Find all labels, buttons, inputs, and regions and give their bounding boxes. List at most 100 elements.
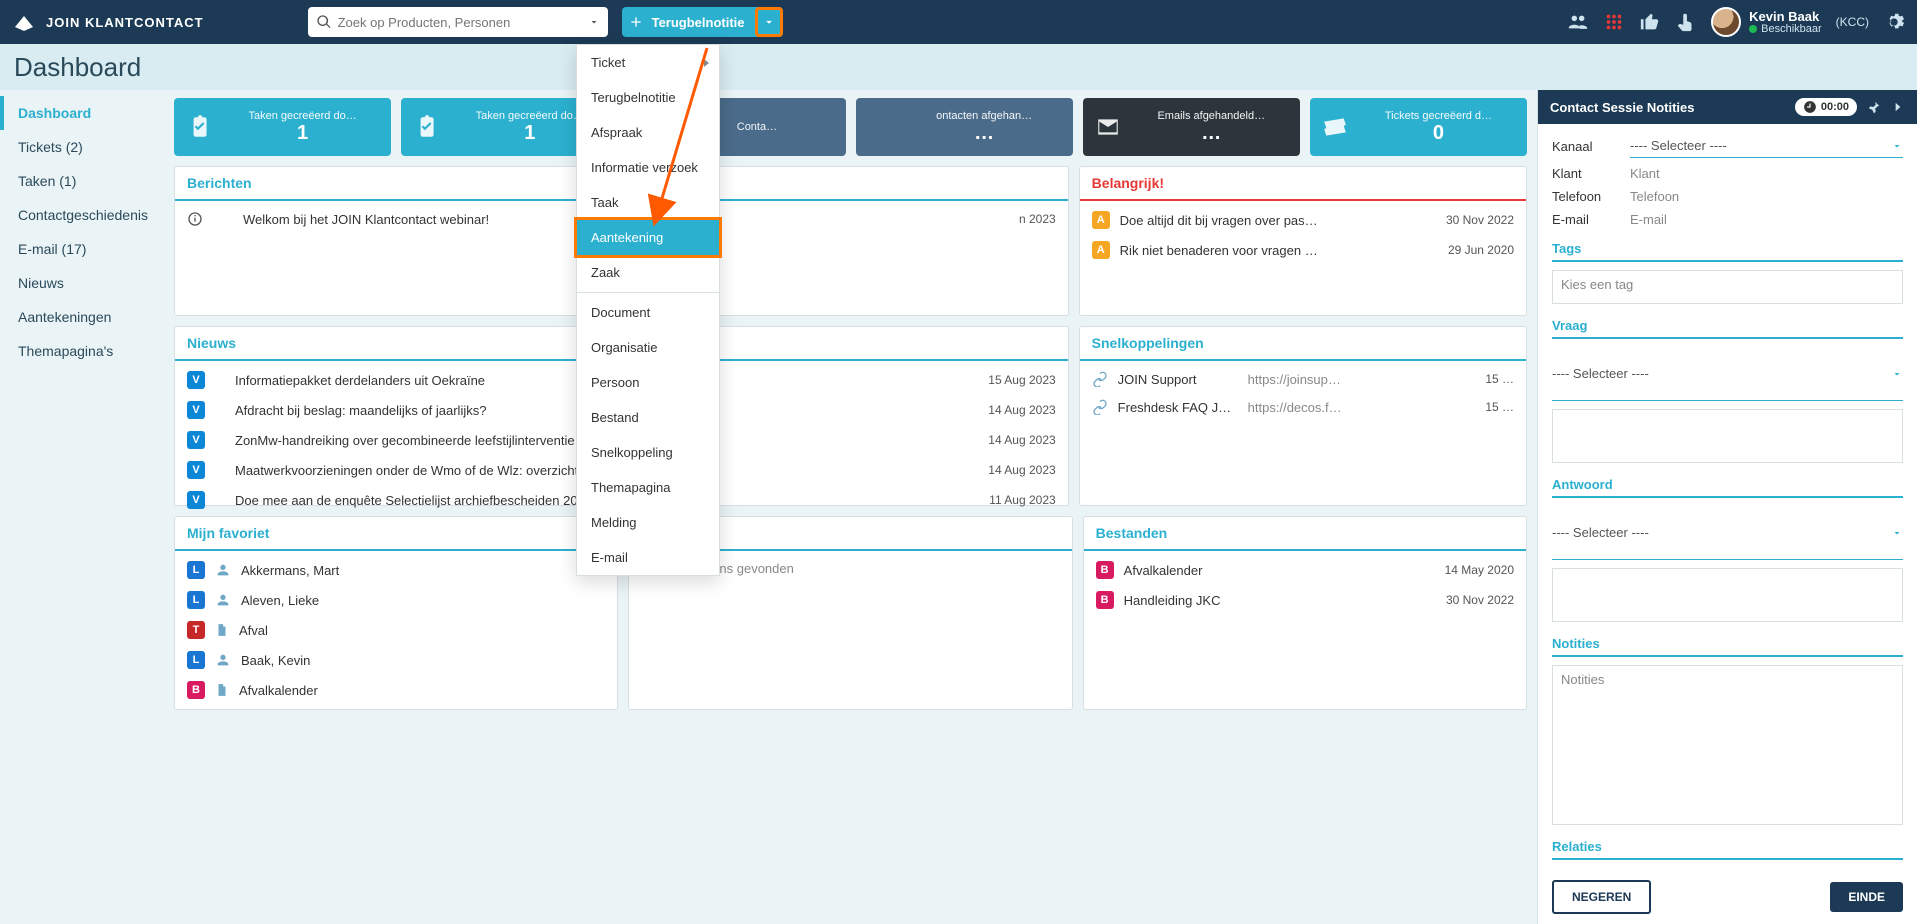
dropdown-item[interactable]: Afspraak xyxy=(577,115,719,150)
sidebar-item[interactable]: Tickets (2) xyxy=(0,130,170,164)
pin-icon[interactable] xyxy=(1867,100,1881,114)
antwoord-textarea[interactable] xyxy=(1552,568,1903,622)
dropdown-item[interactable]: Zaak xyxy=(577,255,719,290)
section-vraag: Vraag xyxy=(1552,318,1903,339)
badge: B xyxy=(1096,561,1114,579)
list-item[interactable]: TAfval xyxy=(175,615,617,645)
dropdown-item[interactable]: Themapagina xyxy=(577,470,719,505)
logo-icon xyxy=(12,10,36,34)
list-item[interactable]: BHandleiding JKC30 Nov 2022 xyxy=(1084,585,1526,615)
new-item-button[interactable]: Terugbelnotitie xyxy=(622,7,783,37)
new-item-dropdown-toggle[interactable] xyxy=(755,7,783,37)
section-tags: Tags xyxy=(1552,241,1903,262)
section-relaties: Relaties xyxy=(1552,839,1903,860)
page-title-bar: Dashboard xyxy=(0,44,1917,90)
dropdown-item[interactable]: Aantekening xyxy=(574,217,722,258)
kpi-card[interactable]: Taken gecreëerd do…1 xyxy=(174,98,391,156)
collapse-icon[interactable] xyxy=(1891,100,1905,114)
dialpad-icon[interactable] xyxy=(1603,11,1625,33)
user-name: Kevin Baak xyxy=(1749,10,1822,23)
left-sidebar: DashboardTickets (2)Taken (1)Contactgesc… xyxy=(0,90,170,924)
dropdown-item[interactable]: Ticket xyxy=(577,45,719,80)
dropdown-item[interactable]: Persoon xyxy=(577,365,719,400)
field-klant: Klant Klant xyxy=(1552,166,1903,181)
dropdown-item[interactable]: Taak xyxy=(577,185,719,220)
badge: L xyxy=(187,561,205,579)
einde-button[interactable]: EINDE xyxy=(1830,882,1903,912)
list-item[interactable]: ARik niet benaderen voor vragen o…29 Jun… xyxy=(1080,235,1526,265)
rpanel-form: Kanaal ---- Selecteer ---- Klant Klant T… xyxy=(1538,124,1917,870)
list-item[interactable]: JOIN Supporthttps://joinsup…15 … xyxy=(1080,365,1526,393)
kpi-card[interactable]: Emails afgehandeld…… xyxy=(1083,98,1300,156)
kpi-card[interactable]: ontacten afgehan…… xyxy=(856,98,1073,156)
dropdown-item[interactable]: Informatie verzoek xyxy=(577,150,719,185)
people-icon[interactable] xyxy=(1567,11,1589,33)
touch-icon[interactable] xyxy=(1675,11,1697,33)
user-block[interactable]: Kevin Baak Beschikbaar xyxy=(1711,7,1822,37)
document-icon xyxy=(215,622,229,638)
vraag-textarea[interactable] xyxy=(1552,409,1903,463)
user-status: Beschikbaar xyxy=(1749,23,1822,35)
document-icon xyxy=(215,682,229,698)
list-item[interactable]: BAfvalkalender xyxy=(175,675,617,705)
list-item[interactable]: LBaak, Kevin xyxy=(175,645,617,675)
sidebar-item[interactable]: Taken (1) xyxy=(0,164,170,198)
badge: V xyxy=(187,491,205,509)
kpi-card[interactable]: Tickets gecreëerd d…0 xyxy=(1310,98,1527,156)
dropdown-item[interactable]: Melding xyxy=(577,505,719,540)
chevron-down-icon xyxy=(1891,527,1903,539)
badge: B xyxy=(1096,591,1114,609)
list-item[interactable]: BAfvalkalender14 May 2020 xyxy=(1084,555,1526,585)
kanaal-select[interactable]: ---- Selecteer ---- xyxy=(1630,134,1903,158)
dropdown-item[interactable]: Terugbelnotitie xyxy=(577,80,719,115)
rpanel-title: Contact Sessie Notities xyxy=(1550,100,1695,115)
clipboard-icon xyxy=(184,112,214,142)
klant-input[interactable]: Klant xyxy=(1630,166,1903,181)
list-item[interactable]: LAkkermans, Mart xyxy=(175,555,617,585)
sidebar-item[interactable]: Themapagina's xyxy=(0,334,170,368)
panel-title: Bestanden xyxy=(1084,517,1526,551)
email-input[interactable]: E-mail xyxy=(1630,212,1903,227)
chevron-down-icon xyxy=(1891,368,1903,380)
gear-icon[interactable] xyxy=(1883,11,1905,33)
tags-input[interactable]: Kies een tag xyxy=(1552,270,1903,304)
session-timer: 00:00 xyxy=(1795,98,1857,116)
panel-title: Mijn favoriet xyxy=(175,517,617,551)
person-icon xyxy=(215,652,231,668)
dropdown-item[interactable]: E-mail xyxy=(577,540,719,575)
info-icon xyxy=(187,211,203,227)
notities-textarea[interactable]: Notities xyxy=(1552,665,1903,825)
vraag-select[interactable]: ---- Selecteer ---- xyxy=(1552,347,1903,401)
badge: A xyxy=(1092,211,1110,229)
badge: B xyxy=(187,681,205,699)
dropdown-item[interactable]: Snelkoppeling xyxy=(577,435,719,470)
chevron-down-icon[interactable] xyxy=(588,16,600,28)
sidebar-item[interactable]: Aantekeningen xyxy=(0,300,170,334)
thumbs-up-icon[interactable] xyxy=(1639,11,1661,33)
telefoon-input[interactable]: Telefoon xyxy=(1630,189,1903,204)
mail-icon xyxy=(1093,112,1123,142)
list-item[interactable]: LAleven, Lieke xyxy=(175,585,617,615)
sidebar-item[interactable]: Dashboard xyxy=(0,96,170,130)
sidebar-item[interactable]: Nieuws xyxy=(0,266,170,300)
list-item[interactable]: ADoe altijd dit bij vragen over pasp…30 … xyxy=(1080,205,1526,235)
person-icon xyxy=(215,562,231,578)
list-item[interactable]: Freshdesk FAQ Jo…https://decos.f…15 … xyxy=(1080,393,1526,421)
search-icon xyxy=(316,14,332,30)
top-right: Kevin Baak Beschikbaar (KCC) xyxy=(1567,7,1905,37)
sidebar-item[interactable]: Contactgeschiedenis xyxy=(0,198,170,232)
panel-belangrijk: Belangrijk! ADoe altijd dit bij vragen o… xyxy=(1079,166,1527,316)
global-search[interactable] xyxy=(308,7,608,37)
sidebar-item[interactable]: E-mail (17) xyxy=(0,232,170,266)
negeren-button[interactable]: NEGEREN xyxy=(1552,880,1651,914)
antwoord-select[interactable]: ---- Selecteer ---- xyxy=(1552,506,1903,560)
new-item-dropdown[interactable]: TicketTerugbelnotitieAfspraakInformatie … xyxy=(576,44,720,576)
dropdown-item[interactable]: Bestand xyxy=(577,400,719,435)
badge: V xyxy=(187,431,205,449)
badge: V xyxy=(187,371,205,389)
chevron-down-icon xyxy=(1891,140,1903,152)
dropdown-item[interactable]: Document xyxy=(577,295,719,330)
dropdown-item[interactable]: Organisatie xyxy=(577,330,719,365)
search-input[interactable] xyxy=(332,14,588,31)
app-logo: JOIN KLANTCONTACT xyxy=(12,10,204,34)
